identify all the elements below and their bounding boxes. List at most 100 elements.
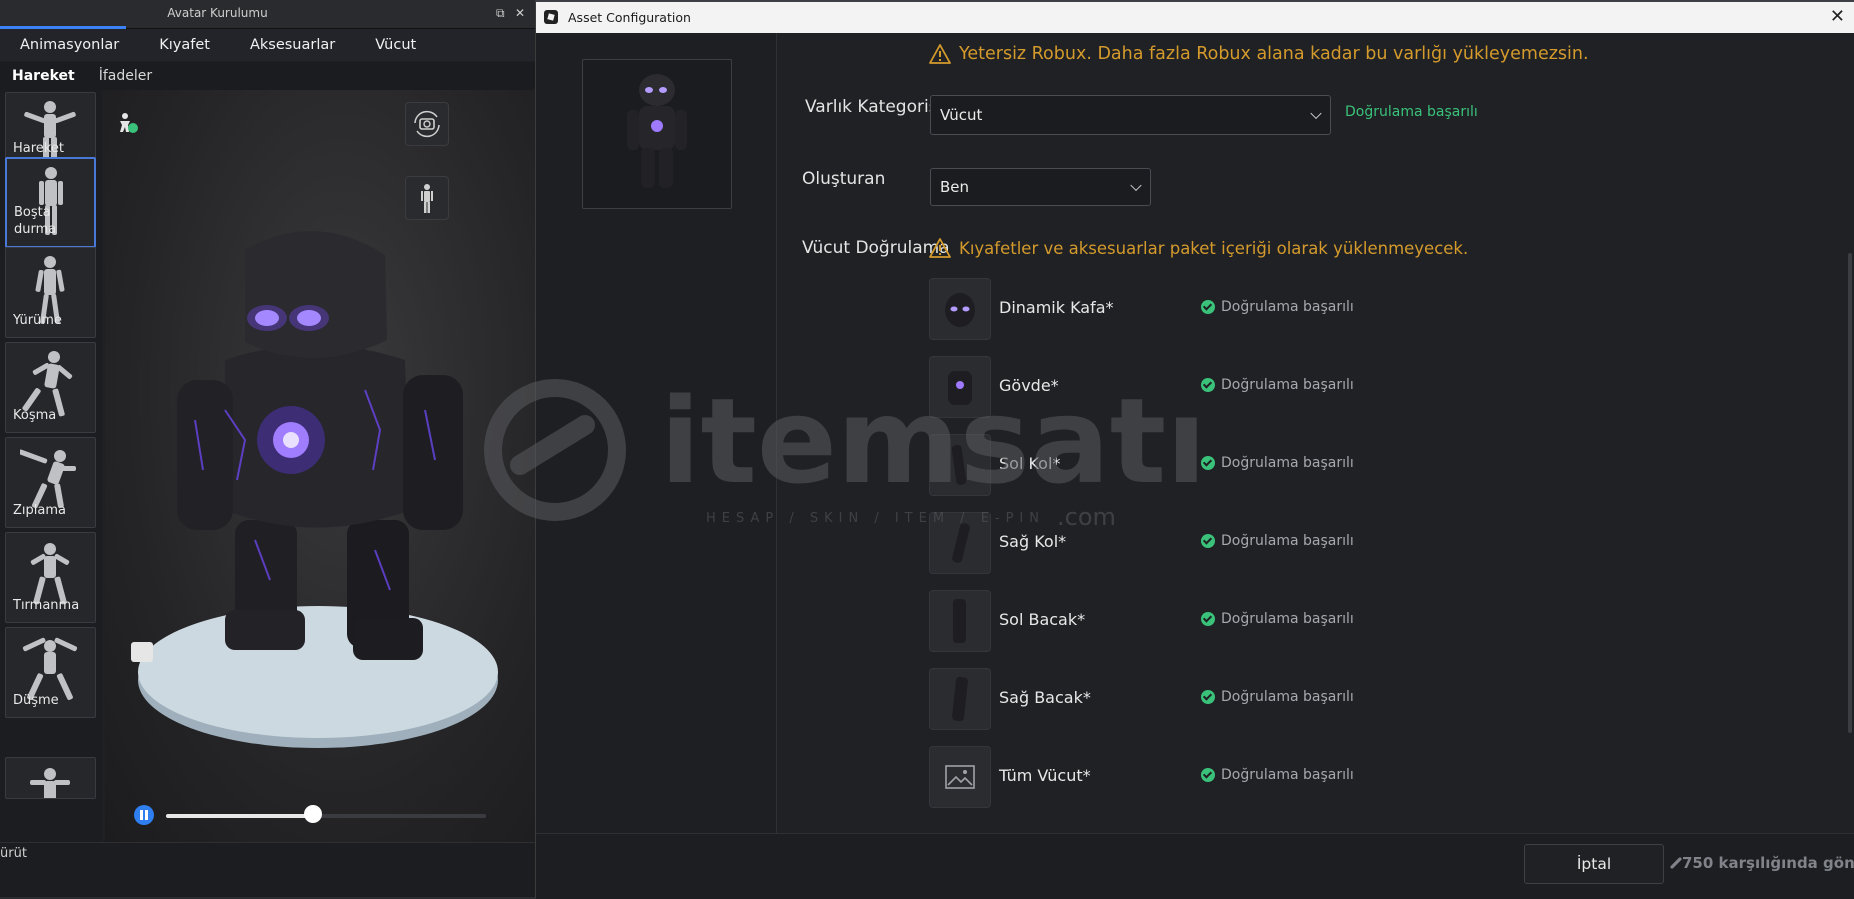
animation-label: Tırmanma	[13, 598, 80, 613]
animation-item-fall[interactable]: Düşme	[5, 627, 96, 718]
animation-label: Düşme	[13, 693, 59, 708]
check-circle-icon	[1201, 534, 1215, 548]
subtab-movement[interactable]: Hareket	[0, 62, 87, 90]
tab-accessories[interactable]: Aksesuarlar	[230, 29, 355, 61]
check-circle-icon	[1201, 300, 1215, 314]
part-name: Sağ Kol*	[999, 532, 1067, 551]
part-status: Doğrulama başarılı	[1201, 689, 1354, 705]
close-icon[interactable]: ✕	[1830, 6, 1845, 27]
body-validation-label: Vücut Doğrulama	[802, 238, 950, 258]
category-validation-status: Doğrulama başarılı	[1345, 104, 1478, 120]
status-text: Doğrulama başarılı	[1221, 767, 1354, 783]
animation-item-partial[interactable]	[5, 757, 96, 799]
playback-slider-fill	[166, 814, 314, 818]
emote-chat-icon[interactable]	[131, 642, 153, 662]
part-thumbnail	[929, 512, 991, 574]
close-icon[interactable]: ✕	[515, 6, 525, 20]
part-thumbnail	[929, 278, 991, 340]
avatar-setup-panel: Avatar Kurulumu ⧉ ✕ Animasyonlar Kıyafet…	[0, 0, 535, 897]
avatar-model-render	[138, 231, 498, 748]
animation-item-jump[interactable]: Zıplama	[5, 437, 96, 528]
tab-clothing[interactable]: Kıyafet	[139, 29, 230, 61]
chevron-down-icon	[1310, 107, 1322, 120]
part-name: Sağ Bacak*	[999, 688, 1091, 707]
insufficient-robux-warning: Yetersiz Robux. Daha fazla Robux alana k…	[929, 44, 1589, 64]
asset-preview-image	[627, 74, 687, 188]
dialog-title: Asset Configuration	[568, 10, 691, 25]
part-status: Doğrulama başarılı	[1201, 299, 1354, 315]
popout-icon[interactable]: ⧉	[496, 6, 505, 21]
animation-list: Hareket Aralığı Boşta durma Yürüme Koşma	[0, 90, 102, 842]
asset-configuration-dialog: Asset Configuration ✕ Yetersiz Robux. Da…	[535, 0, 1854, 899]
pose-figure-icon	[30, 768, 70, 798]
part-row-torso: Gövde* Doğrulama başarılı	[929, 356, 1429, 418]
check-circle-icon	[1201, 456, 1215, 470]
part-name: Dinamik Kafa*	[999, 298, 1114, 317]
playback-slider[interactable]	[166, 814, 486, 818]
animation-item-run[interactable]: Koşma	[5, 342, 96, 433]
asset-config-form: Yetersiz Robux. Daha fazla Robux alana k…	[777, 33, 1854, 833]
animation-label: Koşma	[13, 408, 57, 423]
animation-label: Boşta durma	[14, 205, 57, 237]
torso-thumb-image	[948, 371, 972, 405]
asset-preview-thumbnail	[582, 59, 732, 209]
check-circle-icon	[1201, 768, 1215, 782]
cancel-button[interactable]: İptal	[1524, 844, 1664, 884]
robux-icon	[1669, 856, 1683, 870]
tab-animations[interactable]: Animasyonlar	[0, 29, 139, 61]
part-status: Doğrulama başarılı	[1201, 533, 1354, 549]
check-circle-icon	[1201, 378, 1215, 392]
category-select[interactable]: Vücut	[930, 95, 1331, 135]
animation-label: Zıplama	[13, 503, 66, 518]
part-status: Doğrulama başarılı	[1201, 455, 1354, 471]
animation-item-walk[interactable]: Yürüme	[5, 247, 96, 338]
part-name: Sol Kol*	[999, 454, 1061, 473]
image-placeholder-icon	[945, 765, 975, 789]
warning-icon	[929, 44, 951, 64]
status-text: Doğrulama başarılı	[1221, 455, 1354, 471]
part-status: Doğrulama başarılı	[1201, 767, 1354, 783]
warning-text: Kıyafetler ve aksesuarlar paket içeriği …	[959, 238, 1469, 258]
part-name: Tüm Vücut*	[999, 766, 1091, 785]
part-thumbnail	[929, 434, 991, 496]
tab-body[interactable]: Vücut	[355, 29, 436, 61]
left-arm-thumb-image	[951, 445, 967, 485]
part-row-right-arm: Sağ Kol* Doğrulama başarılı	[929, 512, 1429, 574]
part-name: Gövde*	[999, 376, 1059, 395]
part-thumbnail	[929, 590, 991, 652]
part-row-right-leg: Sağ Bacak* Doğrulama başarılı	[929, 668, 1429, 730]
animation-label: Yürüme	[13, 313, 62, 328]
left-leg-thumb-image	[953, 599, 966, 643]
creator-select-value: Ben	[940, 178, 970, 196]
studio-app-icon	[544, 10, 558, 24]
part-thumbnail	[929, 746, 991, 808]
part-row-left-leg: Sol Bacak* Doğrulama başarılı	[929, 590, 1429, 652]
bottom-status-label: ürüt	[0, 846, 27, 861]
avatar-viewport[interactable]	[105, 90, 535, 842]
category-label: Varlık Kategorisi	[805, 97, 943, 117]
chevron-down-icon	[1130, 179, 1142, 192]
animation-subtabs: Hareket İfadeler	[0, 62, 535, 90]
right-arm-thumb-image	[952, 523, 970, 563]
submit-button[interactable]: 750 karşılığında gönder	[1669, 844, 1854, 882]
creator-select[interactable]: Ben	[930, 168, 1151, 206]
part-row-full-body: Tüm Vücut* Doğrulama başarılı	[929, 746, 1429, 808]
status-text: Doğrulama başarılı	[1221, 689, 1354, 705]
part-thumbnail	[929, 668, 991, 730]
animation-item-idle[interactable]: Boşta durma	[5, 157, 96, 248]
check-circle-icon	[1201, 612, 1215, 626]
warning-icon	[929, 238, 951, 258]
category-select-value: Vücut	[940, 106, 983, 124]
animation-item-climb[interactable]: Tırmanma	[5, 532, 96, 623]
form-scrollbar[interactable]	[1848, 253, 1852, 733]
pause-button[interactable]	[134, 805, 154, 825]
clothing-warning: Kıyafetler ve aksesuarlar paket içeriği …	[929, 238, 1468, 258]
submit-label: 750 karşılığında gönder	[1682, 854, 1854, 872]
avatar-panel-title: Avatar Kurulumu	[167, 6, 268, 20]
part-status: Doğrulama başarılı	[1201, 611, 1354, 627]
dialog-footer: İptal 750 karşılığında gönder	[536, 833, 1854, 899]
part-status: Doğrulama başarılı	[1201, 377, 1354, 393]
subtab-emotes[interactable]: İfadeler	[87, 62, 164, 90]
part-name: Sol Bacak*	[999, 610, 1086, 629]
output-strip	[0, 842, 535, 897]
